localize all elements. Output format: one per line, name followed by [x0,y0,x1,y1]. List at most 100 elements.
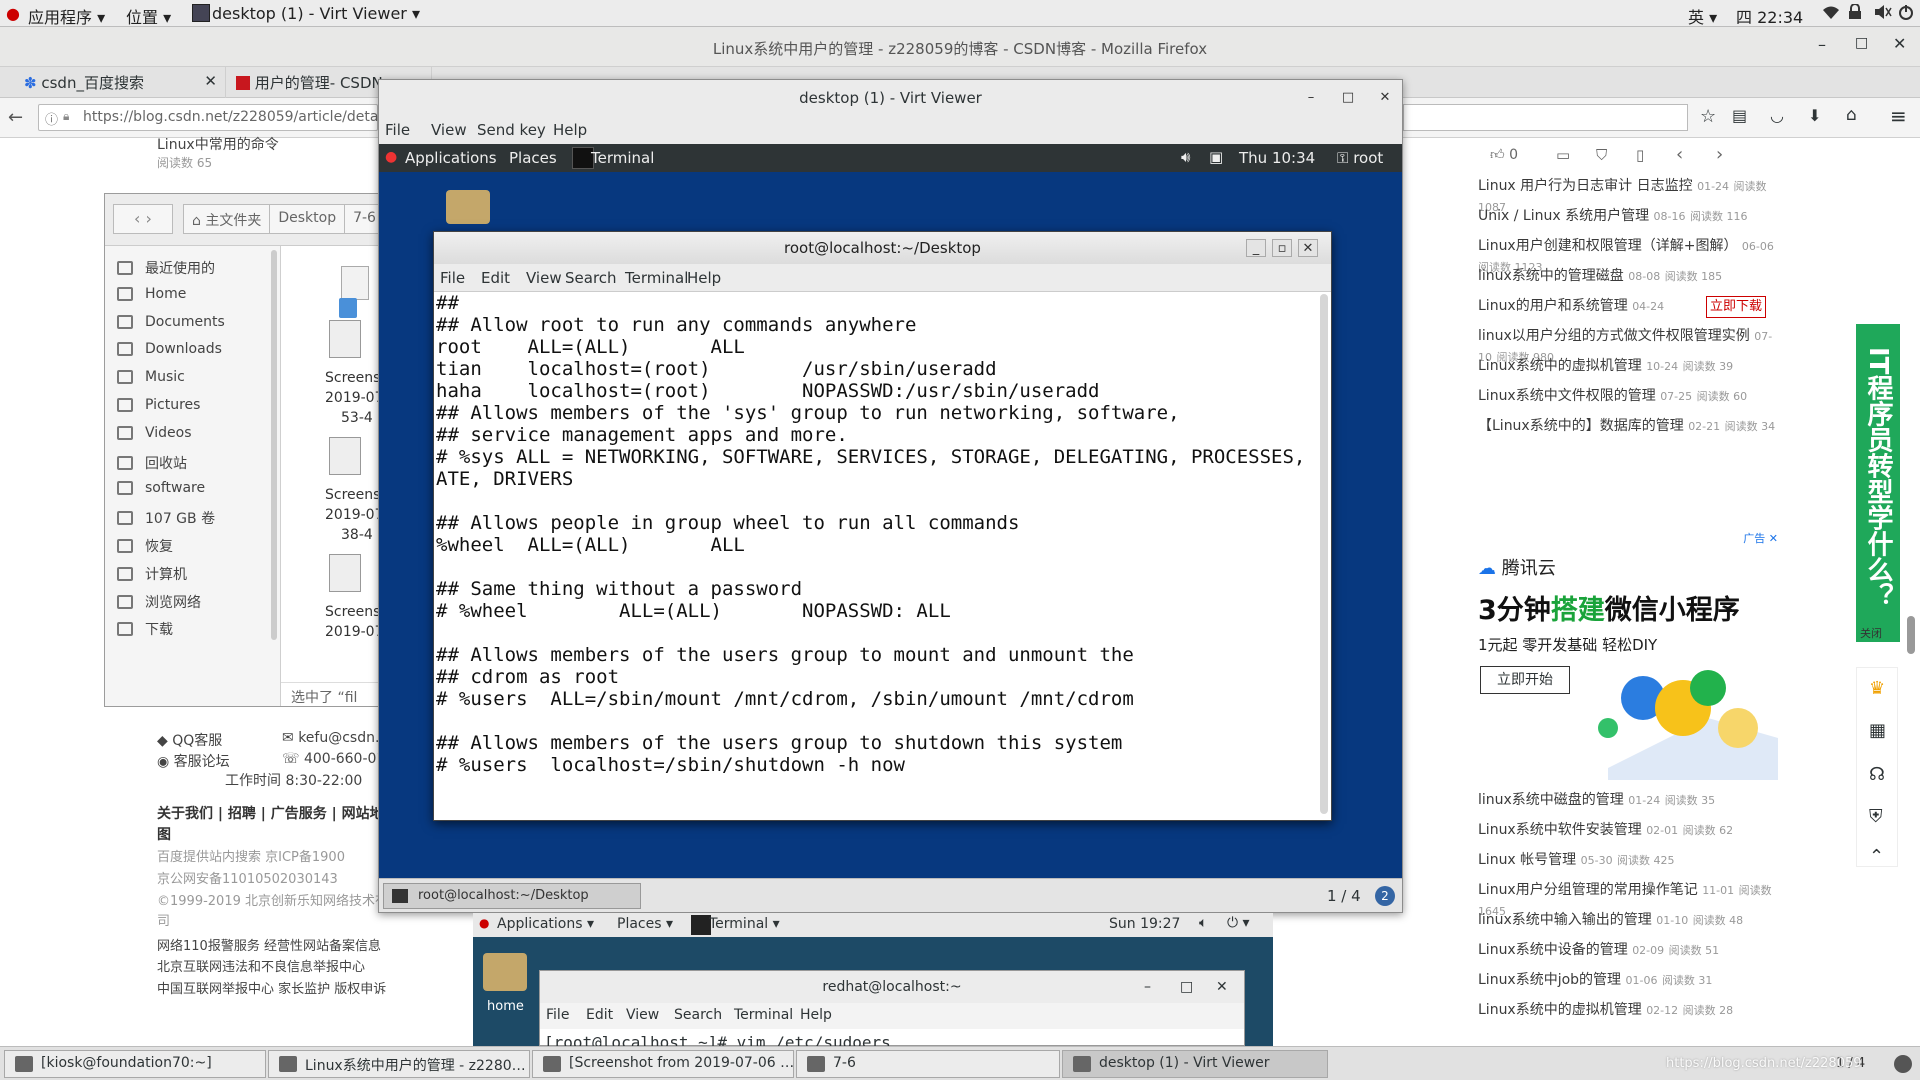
vm2-clock[interactable]: Sun 19:27 [1109,916,1180,932]
related-article[interactable]: Linux系统中job的管理 01-06 阅读数 31 [1478,970,1778,991]
vm2-power-icon[interactable]: ⏻ ▾ [1227,915,1250,931]
taskbar-item[interactable]: Linux系统中用户的管理 - z2280… [268,1050,530,1078]
related-article[interactable]: Unix / Linux 系统用户管理 08-16 阅读数 116 [1478,206,1778,227]
page-scrollbar-thumb[interactable] [1907,616,1915,654]
related-article[interactable]: Linux 帐号管理 05-30 阅读数 425 [1478,850,1778,871]
fm-sidebar-item[interactable]: 恢复 [117,536,173,556]
wifi-icon[interactable] [1822,4,1840,20]
power-icon[interactable] [1898,4,1914,20]
vip-icon[interactable]: ♛ [1869,678,1885,699]
vm2-maximize-button[interactable]: □ [1180,971,1193,1003]
screenshot-thumbnail[interactable] [329,320,361,358]
fm-back-forward[interactable]: ‹ › [113,204,173,234]
fm-sidebar-item[interactable]: Downloads [117,341,222,357]
notification-badge[interactable]: 2 [1375,886,1395,906]
vv-menu-item[interactable]: Send key [477,121,546,139]
taskbar-item[interactable]: [Screenshot from 2019-07-06 … [532,1050,794,1078]
hamburger-menu-icon[interactable]: ≡ [1890,104,1907,128]
terminal-menu-item[interactable]: File [440,269,465,287]
taskbar-item[interactable]: desktop (1) - Virt Viewer [1062,1050,1328,1078]
mobile-icon[interactable]: ▯ [1636,146,1644,164]
related-article[interactable]: Linux的用户和系统管理 04-24 立即下载 [1478,296,1778,318]
aside-close-button[interactable]: 关闭 [1860,625,1882,641]
file-icon[interactable] [341,266,369,300]
info-icon[interactable]: ⓘ [45,109,58,128]
like-button[interactable]: 👍︎ 0 [1490,146,1518,163]
library-icon[interactable]: ▤ [1732,106,1747,125]
guest-applications-menu[interactable]: Applications [405,149,497,167]
vm2-minimize-button[interactable]: – [1144,971,1151,1003]
related-article[interactable]: linux系统中的管理磁盘 08-08 阅读数 185 [1478,266,1778,287]
fm-sidebar-item[interactable]: Music [117,369,185,385]
guest-terminal-menu[interactable]: Terminal [591,149,654,167]
input-method-indicator[interactable]: 英 ▾ [1688,4,1717,28]
qq-service-link[interactable]: ◆ QQ客服 [157,730,222,750]
host-applications-menu[interactable]: 应用程序 ▾ [28,4,105,28]
footer-links[interactable]: 关于我们 | 招聘 | 广告服务 | 网站地 [157,803,384,823]
vv-menu-item[interactable]: View [431,121,467,139]
guest-places-menu[interactable]: Places [509,149,557,167]
qrcode-icon[interactable]: ▦ [1869,720,1886,741]
fm-sidebar-scrollbar[interactable] [271,250,277,640]
vm2-terminal-menu-item[interactable]: Help [800,1007,832,1023]
ad-start-button[interactable]: 立即开始 [1480,666,1570,694]
comment-icon[interactable]: ▭ [1556,146,1570,164]
vv-close-button[interactable]: ✕ [1375,89,1395,107]
fm-sidebar-item[interactable]: 最近使用的 [117,258,215,278]
guest-task-terminal[interactable]: root@localhost:~/Desktop [383,883,641,909]
crumb-desktop[interactable]: Desktop [270,205,346,233]
host-window-menu[interactable]: desktop (1) - Virt Viewer ▾ [212,4,420,23]
related-article[interactable]: Linux系统中文件权限的管理 07-25 阅读数 60 [1478,386,1778,407]
report-links-3[interactable]: 中国互联网举报中心 家长监护 版权申诉 [157,978,386,997]
terminal-output[interactable]: ## ## Allow root to run any commands anyw… [436,292,1314,818]
terminal-menu-item[interactable]: View [526,269,562,287]
fm-sidebar-item[interactable]: Documents [117,314,225,330]
firefox-minimize-button[interactable]: – [1818,35,1826,54]
related-article[interactable]: Linux系统中的虚拟机管理 10-24 阅读数 39 [1478,356,1778,377]
report-links-1[interactable]: 网络110报警服务 经营性网站备案信息 [157,935,381,954]
guest-display-icon[interactable]: ▣ [1209,148,1223,166]
vm2-home-folder-icon[interactable] [483,953,527,991]
fm-sidebar-item[interactable]: Pictures [117,397,200,413]
fm-sidebar-item[interactable]: 107 GB 卷 [117,508,215,528]
related-article[interactable]: linux系统中磁盘的管理 01-24 阅读数 35 [1478,790,1778,811]
bookmark-star-icon[interactable]: ☆ [1700,106,1716,127]
download-now-button[interactable]: 立即下载 [1706,296,1767,318]
term-close-button[interactable]: ✕ [1298,239,1318,257]
screenshot-thumbnail[interactable] [329,437,361,475]
related-article[interactable]: linux系统中输入输出的管理 01-10 阅读数 48 [1478,910,1778,931]
host-places-menu[interactable]: 位置 ▾ [126,4,171,28]
vm2-terminal-menu-item[interactable]: File [546,1007,569,1023]
related-article[interactable]: Linux系统中的虚拟机管理 02-12 阅读数 28 [1478,1000,1778,1021]
fm-sidebar-item[interactable]: Videos [117,425,192,441]
vm2-terminal-menu-item[interactable]: Search [674,1007,722,1023]
fm-sidebar-item[interactable]: 下载 [117,619,173,639]
aside-ad-banner[interactable]: IT程序员转型学什么？ [1856,324,1900,642]
taskbar-item[interactable]: 7-6 [796,1050,1060,1078]
second-vm-display[interactable]: ● Applications ▾ Places ▾ Terminal ▾ Sun… [473,913,1273,1047]
search-bar[interactable] [1403,104,1688,131]
vv-maximize-button[interactable]: □ [1338,89,1358,107]
taskbar-item[interactable]: [kiosk@foundation70:~] [4,1050,266,1078]
tab-csdn-baidu[interactable]: ✽ csdn_百度搜索 ✕ [14,67,226,98]
vm2-terminal-menu-item[interactable]: Terminal [734,1007,793,1023]
vm2-terminal-command[interactable]: [root@localhost ~]# vim /etc/sudoers [544,1031,891,1047]
vm2-terminal-menu-item[interactable]: Edit [586,1007,613,1023]
crumb-home[interactable]: ⌂ 主文件夹 [184,205,271,233]
home-icon[interactable]: ⌂ [1846,105,1857,125]
report-links-2[interactable]: 北京互联网违法和不良信息举报中心 [157,956,365,975]
download-icon[interactable]: ⬇ [1808,106,1821,125]
next-arrow-icon[interactable]: › [1716,144,1723,165]
related-article[interactable]: Linux系统中设备的管理 02-09 阅读数 51 [1478,940,1778,961]
vm2-terminal-menu[interactable]: Terminal ▾ [709,916,780,932]
related-article[interactable]: Linux系统中软件安装管理 02-01 阅读数 62 [1478,820,1778,841]
url-bar[interactable]: ⓘ 🔒︎ https://blog.csdn.net/z228059/artic… [38,104,386,131]
terminal-menu-item[interactable]: Edit [481,269,510,287]
pocket-icon[interactable]: ◡ [1770,106,1784,125]
tencent-cloud-ad[interactable]: 广告 ✕ ☁ 腾讯云 3分钟搭建微信小程序 1元起 零开发基础 轻松DIY 立即… [1478,530,1778,780]
vm2-volume-icon[interactable]: 🔈︎ [1199,915,1207,931]
related-link[interactable]: Linux中常用的命令 [157,134,279,154]
fm-sidebar-item[interactable]: 回收站 [117,453,187,473]
fm-sidebar-item[interactable]: Home [117,286,186,302]
workspace-pager[interactable]: 1 / 4 [1327,887,1361,905]
